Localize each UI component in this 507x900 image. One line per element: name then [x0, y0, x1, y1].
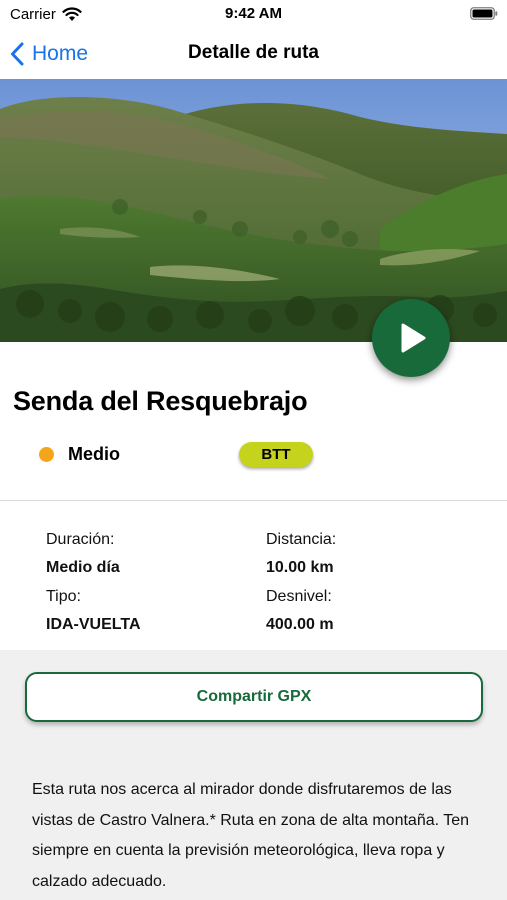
difficulty-label: Medio	[68, 443, 120, 464]
route-description: Esta ruta nos acerca al mirador donde di…	[32, 781, 470, 890]
distance-label: Distancia:	[266, 531, 337, 548]
difficulty-indicator: Medio	[39, 443, 120, 465]
page-title: Detalle de ruta	[188, 42, 319, 63]
play-button[interactable]	[372, 299, 450, 377]
battery-icon	[470, 7, 498, 20]
status-bar: Carrier 9:42 AM	[0, 0, 507, 30]
landscape-image	[0, 79, 507, 342]
play-icon	[401, 323, 426, 353]
type-label: Tipo:	[46, 588, 81, 605]
difficulty-dot-icon	[39, 446, 54, 462]
duration-value: Medio día	[46, 559, 120, 576]
content-area: Compartir GPX Esta ruta nos acerca al mi…	[0, 650, 507, 900]
clock: 9:42 AM	[225, 5, 282, 22]
navigation-bar: Home Detalle de ruta	[0, 30, 507, 79]
route-details: Duración: Medio día Distancia: 10.00 km …	[0, 501, 507, 650]
distance-value: 10.00 km	[266, 559, 334, 576]
route-photo	[0, 79, 507, 342]
share-gpx-button[interactable]: Compartir GPX	[25, 672, 483, 722]
elevation-label: Desnivel:	[266, 588, 332, 605]
type-value: IDA-VUELTA	[46, 616, 141, 633]
activity-badge: BTT	[239, 442, 313, 467]
route-title: Senda del Resquebrajo	[13, 386, 308, 416]
duration-label: Duración:	[46, 531, 115, 548]
elevation-value: 400.00 m	[266, 616, 334, 633]
